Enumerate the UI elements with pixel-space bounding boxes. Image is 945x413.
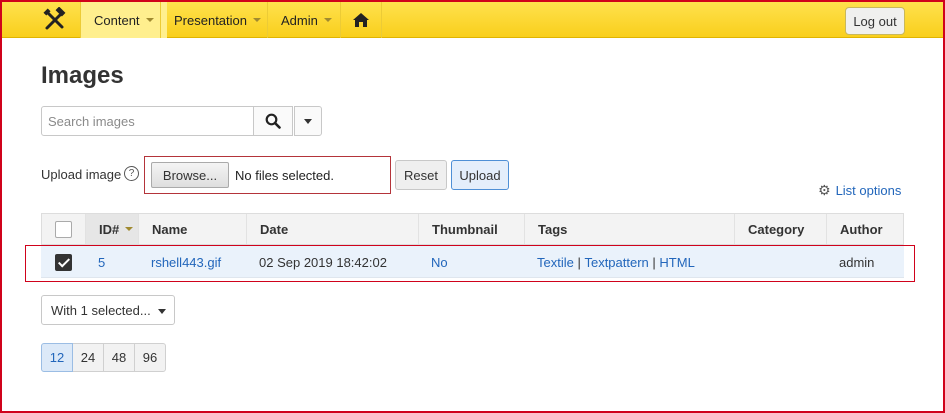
upload-button[interactable]: Upload: [451, 160, 509, 190]
column-header-category[interactable]: Category: [735, 214, 827, 244]
page-size-option[interactable]: 96: [134, 343, 166, 372]
row-category: [734, 246, 747, 278]
row-select-cell: [41, 246, 85, 278]
page-size-selector: 12 24 48 96: [41, 343, 166, 372]
row-checkbox[interactable]: [54, 253, 72, 271]
tag-separator: |: [573, 254, 585, 270]
page-size-option[interactable]: 24: [72, 343, 104, 372]
tag-link[interactable]: Textpattern: [584, 255, 648, 270]
search-button[interactable]: [253, 106, 293, 136]
bulk-action-select[interactable]: With 1 selected...: [41, 295, 175, 325]
column-header-date[interactable]: Date: [247, 214, 419, 244]
search-options-dropdown[interactable]: [294, 106, 322, 136]
search-icon: [265, 113, 281, 129]
sort-icon: [125, 227, 134, 231]
nav-admin-label: Admin: [281, 12, 318, 28]
row-date: 02 Sep 2019 18:42:02: [259, 254, 387, 270]
tag-separator: |: [648, 254, 660, 270]
select-all-checkbox[interactable]: [55, 220, 72, 238]
chevron-down-icon: [145, 18, 154, 22]
page-title: Images: [41, 62, 124, 89]
tag-link[interactable]: HTML: [659, 255, 694, 270]
nav-content-label: Content: [94, 12, 140, 28]
search-input[interactable]: [41, 106, 254, 136]
chevron-down-icon: [304, 118, 312, 124]
chevron-down-icon: [253, 18, 261, 22]
images-table: ID# Name Date Thumbnail Tags Category Au…: [41, 213, 904, 278]
row-author: admin: [839, 254, 875, 270]
file-status-text: No files selected.: [235, 168, 334, 183]
column-header-tags[interactable]: Tags: [525, 214, 735, 244]
nav-admin[interactable]: Admin: [267, 2, 345, 38]
list-options-label: List options: [835, 183, 902, 198]
nav-presentation[interactable]: Presentation: [160, 2, 274, 38]
chevron-down-icon: [158, 309, 166, 314]
column-header-id[interactable]: ID#: [86, 214, 139, 244]
row-name-link[interactable]: rshell443.gif: [138, 246, 221, 278]
tools-logo-icon[interactable]: [30, 2, 80, 38]
row-id-link[interactable]: 5: [85, 246, 105, 278]
table-row[interactable]: 5 rshell443.gif 02 Sep 2019 18:42:02 No …: [41, 246, 904, 278]
browse-button[interactable]: Browse...: [151, 162, 229, 188]
tag-link[interactable]: Textile: [537, 255, 574, 270]
column-header-name[interactable]: Name: [139, 214, 247, 244]
upload-image-label: Upload image: [41, 167, 122, 182]
nav-presentation-label: Presentation: [174, 12, 247, 28]
logout-button[interactable]: Log out: [845, 7, 905, 35]
home-icon[interactable]: [340, 2, 382, 38]
chevron-down-icon: [323, 18, 332, 22]
column-header-thumbnail[interactable]: Thumbnail: [419, 214, 525, 244]
bulk-action-label: With 1 selected...: [51, 302, 151, 318]
row-thumbnail-link[interactable]: No: [418, 246, 448, 278]
page-size-option[interactable]: 48: [103, 343, 135, 372]
gear-icon: ⚙: [818, 182, 831, 198]
column-header-author[interactable]: Author: [827, 214, 903, 244]
top-navbar: Content Presentation Admin Log out: [2, 2, 943, 38]
help-icon[interactable]: ?: [124, 166, 139, 181]
row-tags: Textile | Textpattern | HTML: [524, 246, 695, 278]
nav-content[interactable]: Content: [80, 2, 167, 38]
list-options-link[interactable]: ⚙ List options: [818, 182, 901, 199]
reset-button[interactable]: Reset: [395, 160, 447, 190]
select-all-cell: [42, 214, 86, 244]
column-header-id-label: ID#: [99, 221, 120, 237]
page-size-option[interactable]: 12: [41, 343, 73, 372]
table-header: ID# Name Date Thumbnail Tags Category Au…: [41, 213, 904, 245]
